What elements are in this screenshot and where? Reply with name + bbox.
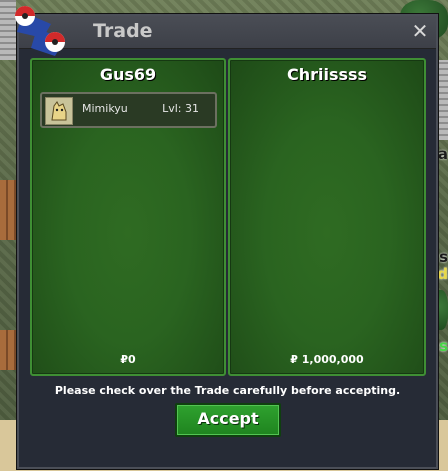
trade-offer-panel-left: Gus69 Mimikyu Lvl: 31 ₽0 [30,58,226,376]
trade-offer-panel-right: Chriissss ₽ 1,000,000 [228,58,426,376]
player-name: Gus69 [99,65,157,84]
world-text-fragment: s [439,248,448,266]
player-name: Chriissss [286,65,368,84]
money-amount: ₽0 [120,353,136,366]
money-amount: ₽ 1,000,000 [290,353,364,366]
window-title: Trade [93,20,153,42]
mimikyu-sprite-icon [45,97,73,125]
close-icon[interactable]: ✕ [410,21,430,41]
accept-button[interactable]: Accept [175,403,281,437]
trade-window: Trade ✕ Gus69 Mimikyu Lvl: 31 ₽0 Chriiss… [15,6,438,469]
pokemon-level: Lvl: 31 [162,102,199,115]
trade-warning-text: Please check over the Trade carefully be… [54,384,401,397]
offered-pokemon-slot[interactable]: Mimikyu Lvl: 31 [40,92,217,128]
pokeball-logo-icon [15,6,65,56]
pokemon-name: Mimikyu [82,102,128,115]
